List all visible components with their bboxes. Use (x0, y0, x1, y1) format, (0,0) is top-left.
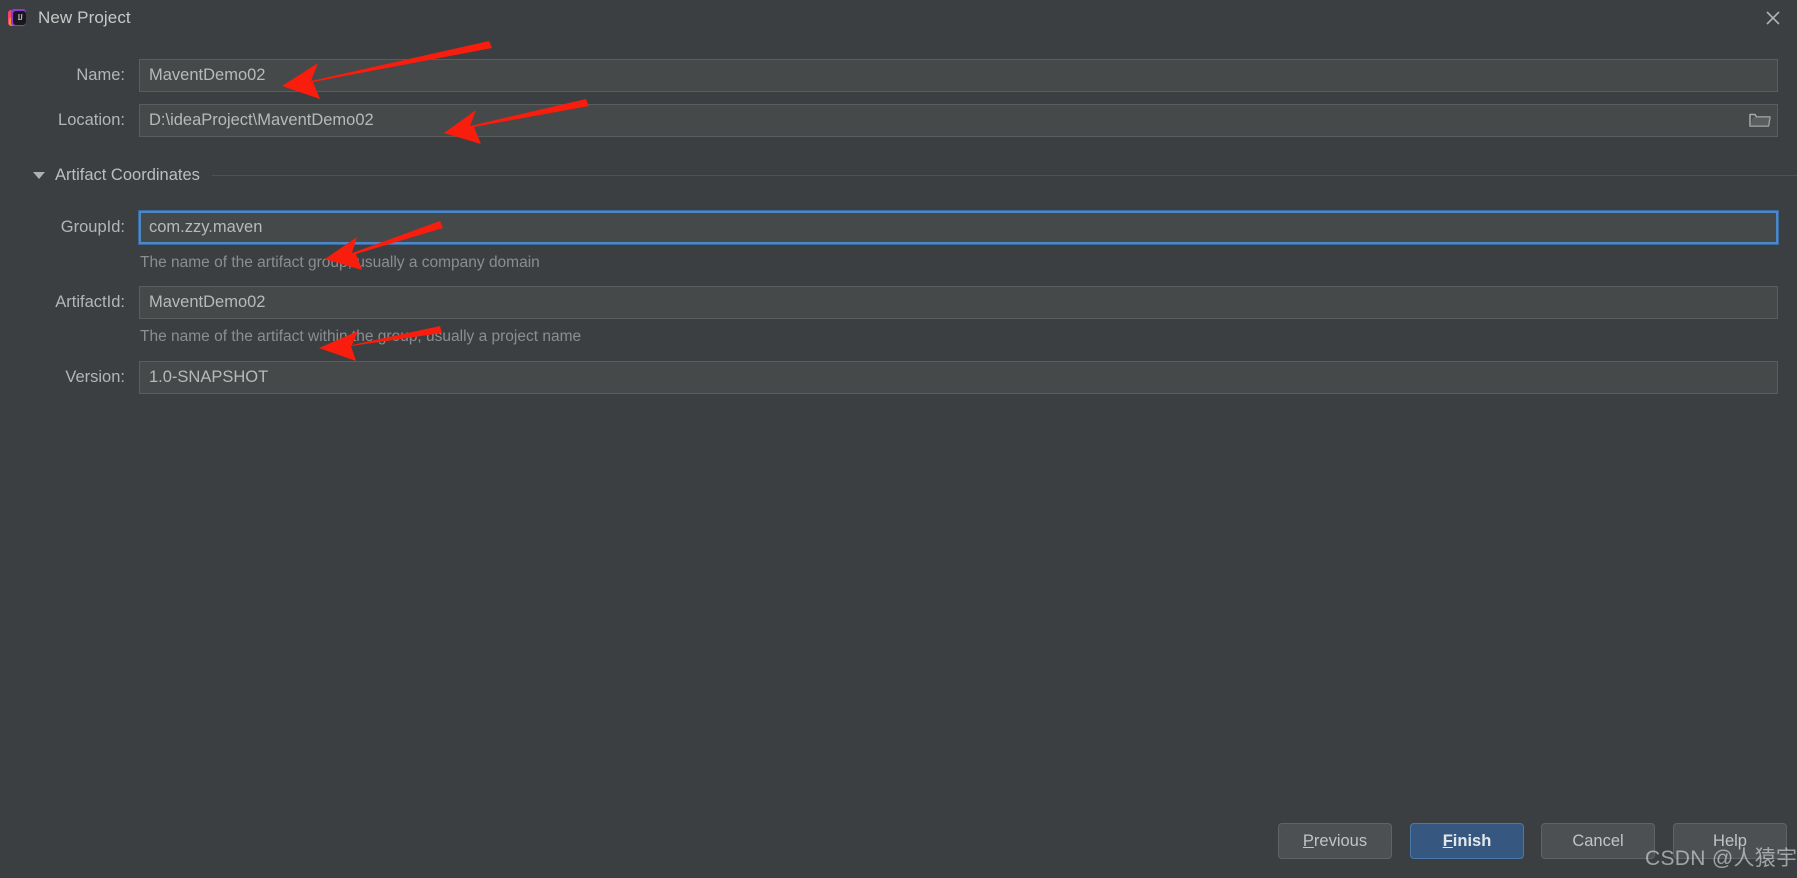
new-project-dialog: IJ New Project Name: MaventDemo02 Locati… (0, 0, 1797, 878)
name-label: Name: (76, 65, 125, 84)
location-input[interactable]: D:\ideaProject\MaventDemo02 (139, 103, 1778, 137)
cancel-button[interactable]: Cancel (1541, 823, 1655, 859)
artifact-id-hint: The name of the artifact within the grou… (140, 328, 582, 345)
finish-button-mnemonic: F (1442, 831, 1453, 850)
name-value: MaventDemo02 (149, 65, 266, 84)
group-id-hint: The name of the artifact group, usually … (140, 254, 540, 271)
artifact-id-row: ArtifactId: MaventDemo02 (0, 285, 1797, 319)
window-title: New Project (38, 8, 131, 27)
version-value: 1.0-SNAPSHOT (149, 367, 269, 386)
section-divider (211, 174, 1797, 176)
group-id-value: com.zzy.maven (149, 217, 263, 236)
artifact-id-value: MaventDemo02 (149, 292, 266, 311)
version-row: Version: 1.0-SNAPSHOT (0, 360, 1797, 394)
previous-button[interactable]: Previous (1278, 823, 1392, 859)
intellij-idea-icon: IJ (8, 8, 28, 28)
name-row: Name: MaventDemo02 (0, 58, 1797, 92)
group-id-row: GroupId: com.zzy.maven (0, 209, 1797, 245)
group-id-input[interactable]: com.zzy.maven (138, 209, 1779, 245)
artifact-id-label: ArtifactId: (55, 292, 125, 311)
version-label: Version: (65, 367, 125, 386)
group-id-label: GroupId: (60, 217, 125, 236)
help-button[interactable]: Help (1673, 823, 1787, 859)
version-input[interactable]: 1.0-SNAPSHOT (139, 360, 1778, 394)
location-value: D:\ideaProject\MaventDemo02 (149, 110, 374, 129)
previous-button-label: revious (1313, 831, 1368, 850)
name-input[interactable]: MaventDemo02 (139, 58, 1778, 92)
cancel-button-label: Cancel (1572, 831, 1624, 850)
finish-button[interactable]: Finish (1410, 823, 1524, 859)
title-bar: IJ New Project (0, 0, 1797, 36)
artifact-coordinates-section-header[interactable]: Artifact Coordinates (0, 163, 1797, 187)
artifact-coordinates-label: Artifact Coordinates (55, 165, 200, 184)
previous-button-mnemonic: P (1302, 831, 1314, 850)
chevron-down-icon[interactable] (33, 171, 45, 179)
close-icon[interactable] (1749, 0, 1797, 36)
location-label: Location: (58, 110, 125, 129)
location-row: Location: D:\ideaProject\MaventDemo02 (0, 103, 1797, 137)
finish-button-label: inish (1452, 831, 1492, 850)
help-button-label: Help (1713, 831, 1747, 850)
dialog-footer: Previous Finish Cancel Help (0, 810, 1797, 878)
artifact-id-input[interactable]: MaventDemo02 (139, 285, 1778, 319)
folder-icon[interactable] (1747, 107, 1773, 133)
